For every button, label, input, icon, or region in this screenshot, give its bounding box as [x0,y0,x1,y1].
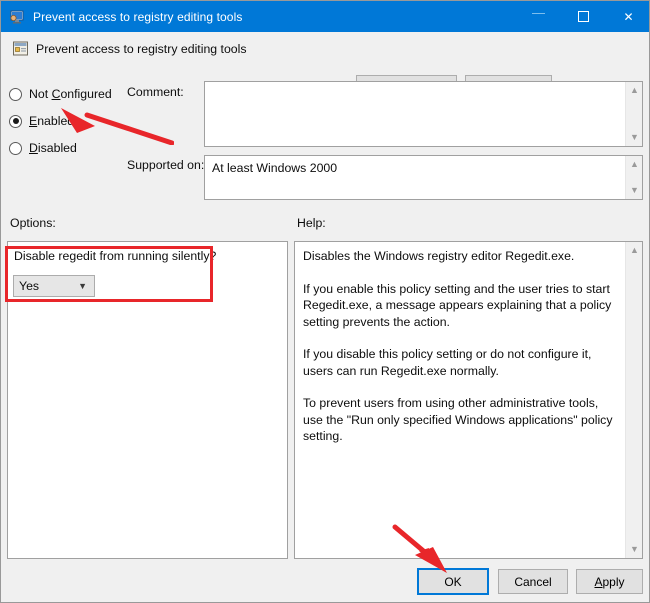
radio-disabled[interactable]: Disabled [9,139,77,157]
policy-setting-dialog: Prevent access to registry editing tools… [0,0,650,603]
window-controls: — ✕ [516,1,649,32]
option-question-label: Disable regedit from running silently? [14,249,217,263]
radio-not-configured-pre: Not [29,87,52,101]
radio-not-configured-label: Not Configured [29,87,112,101]
radio-enabled-accel: E [29,114,38,128]
supported-on-scrollbar[interactable]: ▲ ▼ [625,156,642,199]
radio-disabled-indicator [9,141,22,155]
minimize-icon: — [532,5,545,20]
radio-disabled-accel: D [29,141,38,155]
maximize-icon [578,11,589,22]
dialog-header: Prevent access to registry editing tools… [1,32,649,100]
ok-button-label: OK [444,574,462,589]
options-panel: Disable regedit from running silently? Y… [7,241,288,559]
radio-enabled-post: nabled [37,114,75,128]
help-paragraph: Disables the Windows registry editor Reg… [303,249,575,263]
comment-scrollbar[interactable]: ▲ ▼ [625,82,642,146]
title-bar: Prevent access to registry editing tools… [1,1,649,32]
help-panel: Disables the Windows registry editor Reg… [294,241,643,559]
minimize-button[interactable]: — [516,1,561,32]
cancel-button-label: Cancel [514,574,552,589]
supported-on-value: At least Windows 2000 [212,161,338,175]
apply-button-accel: A [594,574,603,589]
close-icon: ✕ [623,9,634,24]
radio-enabled-label: Enabled [29,114,74,128]
window-icon [9,9,25,25]
scroll-up-icon[interactable]: ▲ [626,156,642,173]
comment-label: Comment: [127,85,184,99]
radio-not-configured-indicator [9,87,22,101]
radio-enabled-indicator [9,114,22,128]
radio-not-configured[interactable]: Not Configured [9,85,112,103]
close-button[interactable]: ✕ [606,1,649,32]
maximize-button[interactable] [561,1,606,32]
window-title: Prevent access to registry editing tools [33,9,243,24]
supported-on-input[interactable]: At least Windows 2000 ▲ ▼ [204,155,643,200]
chevron-down-icon: ▼ [78,281,87,291]
disable-regedit-dropdown[interactable]: Yes ▼ [13,275,95,297]
radio-disabled-label: Disabled [29,141,77,155]
apply-button[interactable]: Apply [576,569,643,594]
help-text: Disables the Windows registry editor Reg… [303,248,618,445]
cancel-button[interactable]: Cancel [498,569,568,594]
scroll-down-icon[interactable]: ▼ [626,541,642,558]
help-paragraph: If you disable this policy setting or do… [303,347,592,378]
options-section-label: Options: [10,216,56,230]
radio-not-configured-post: onfigured [60,87,112,101]
help-scrollbar[interactable]: ▲ ▼ [625,242,642,558]
scroll-up-icon[interactable]: ▲ [626,82,642,99]
setting-title: Prevent access to registry editing tools [36,42,247,56]
policy-setting-icon [12,40,29,57]
comment-input[interactable]: ▲ ▼ [204,81,643,147]
help-paragraph: If you enable this policy setting and th… [303,281,612,329]
scroll-up-icon[interactable]: ▲ [626,242,642,259]
dropdown-selected-value: Yes [19,279,40,293]
help-section-label: Help: [297,216,326,230]
radio-enabled[interactable]: Enabled [9,112,74,130]
help-paragraph: To prevent users from using other admini… [303,396,613,443]
scroll-down-icon[interactable]: ▼ [626,182,642,199]
apply-button-label: pply [602,574,625,589]
radio-disabled-post: isabled [37,141,77,155]
ok-button[interactable]: OK [417,568,489,595]
supported-on-label: Supported on: [127,158,205,172]
scroll-down-icon[interactable]: ▼ [626,129,642,146]
